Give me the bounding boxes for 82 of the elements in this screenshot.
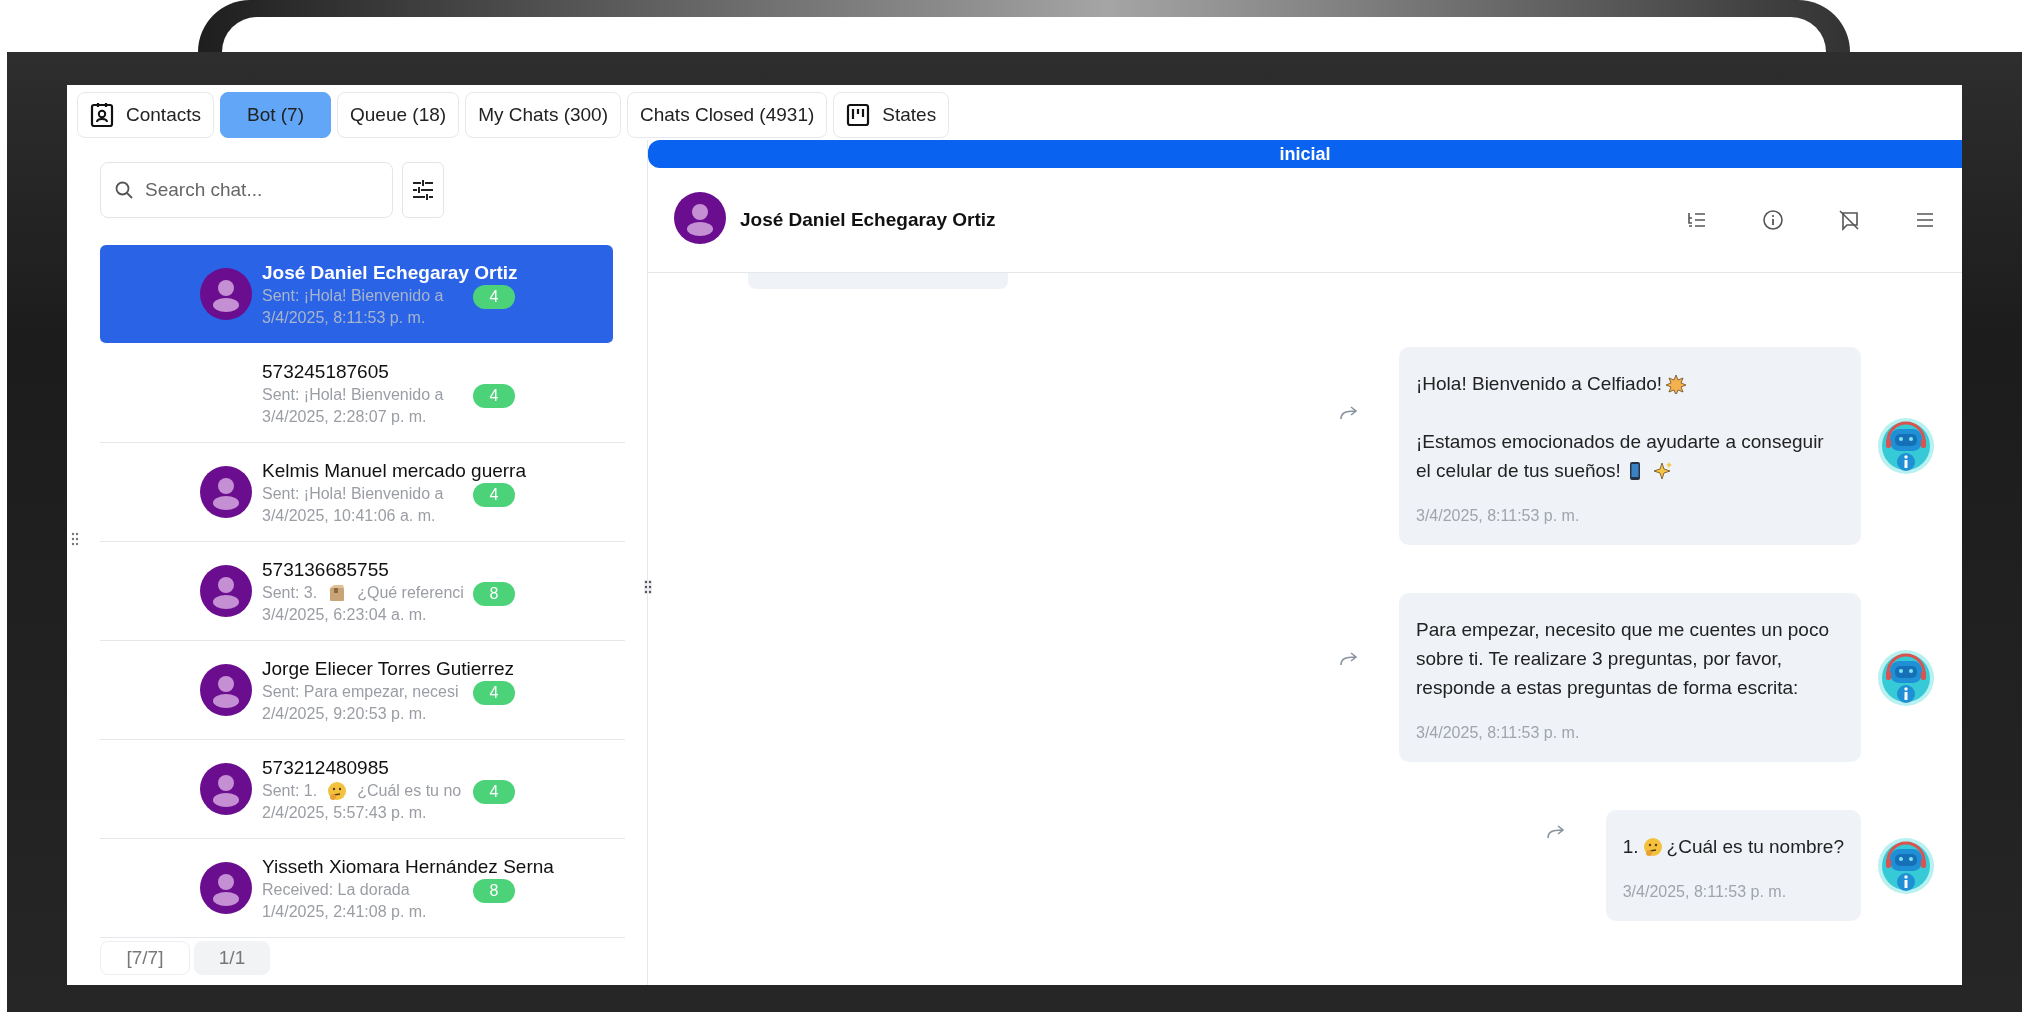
message-preview: Sent: Para empezar, necesi [262, 683, 459, 701]
message-preview: Sent: 1. [262, 782, 318, 800]
tab[interactable]: States [833, 92, 950, 138]
chat-list-item[interactable]: 573245187605 Sent: ¡Hola! Bienvenido a 3/4/2025, 2:28:07 p. m. 4 [100, 344, 625, 443]
chat-list-item[interactable]: José Daniel Echegaray Ortiz Sent: ¡Hola! Bienvenido a 3/4/2025, 8:11:53 p. m. 4 [100, 245, 613, 344]
contact-name: 573136685755 [262, 558, 390, 581]
forward-icon [1545, 824, 1566, 840]
avatar-icon [200, 763, 252, 815]
message-preview: ¿Qué referenci [357, 584, 464, 602]
page-button[interactable]: [7/7] [100, 941, 190, 975]
message-text: el celular de tus sueños! [1416, 459, 1621, 483]
chat-list-item[interactable]: 573212480985 Sent: 1. ¿Cuál es tu no 2/4/2025, 5:57:43 p. m. 4 [100, 740, 625, 839]
timestamp: 3/4/2025, 2:28:07 p. m. [262, 407, 428, 426]
robot-avatar-icon [1877, 417, 1935, 475]
message-text: ¡Hola! Bienvenido a Celfiado! [1416, 372, 1663, 396]
chat-off-icon [1838, 209, 1860, 231]
message-preview: ¿Cuál es tu no [357, 782, 462, 800]
thinking-face-icon [327, 781, 348, 801]
tab[interactable]: Contacts [77, 92, 214, 138]
sliders-icon [411, 178, 435, 202]
status-bar: inicial [648, 140, 1962, 168]
thinking-face-icon [1642, 837, 1663, 857]
unread-badge: 4 [473, 483, 515, 507]
search-field[interactable]: Search chat... [100, 162, 393, 218]
burst-icon [1666, 374, 1687, 394]
timestamp: 2/4/2025, 9:20:53 p. m. [262, 704, 428, 723]
avatar-icon [200, 466, 252, 518]
chat-list-item[interactable]: 573136685755 Sent: 3. ¿Qué referenci 3/4/2025, 6:23:04 a. m. 8 [100, 542, 625, 641]
message-text: ¡Estamos emocionados de ayudarte a conseguir [1416, 430, 1824, 454]
unread-badge: 8 [473, 879, 515, 903]
timestamp: 3/4/2025, 8:11:53 p. m. [1622, 883, 1788, 901]
message-preview: Received: La dorada [262, 881, 410, 899]
unread-badge: 4 [473, 681, 515, 705]
message-preview: Sent: 3. [262, 584, 318, 602]
chat-list-item[interactable]: Yisseth Xiomara Hernández Serna Received: La dorada 1/4/2025, 2:41:08 p. m. 8 [100, 839, 625, 938]
unread-badge: 8 [473, 582, 515, 606]
contact-name: Kelmis Manuel mercado guerra [262, 459, 526, 482]
avatar-icon [200, 664, 252, 716]
robot-avatar-icon [1877, 836, 1935, 895]
contact-name: José Daniel Echegaray Ortiz [262, 261, 518, 284]
message-preview: Sent: ¡Hola! Bienvenido a [262, 485, 444, 503]
avatar-icon [200, 268, 252, 320]
message-text: Para empezar, necesito que me cuentes un poco sobre ti. Te realizare 3 preguntas, por favor, responde a estas preguntas de forma escrita: [1416, 618, 1830, 700]
contact-name: 573245187605 [262, 360, 390, 383]
grip-handle-icon[interactable] [71, 532, 79, 546]
chat-list-item[interactable]: Jorge Eliecer Torres Gutierrez Sent: Para empezar, necesi 2/4/2025, 9:20:53 p. m. 4 [100, 641, 625, 740]
timestamp: 3/4/2025, 8:11:53 p. m. [1416, 507, 1581, 525]
robot-avatar-icon [1877, 648, 1935, 707]
timestamp: 3/4/2025, 8:11:53 p. m. [1416, 724, 1581, 742]
tab[interactable]: Bot (7) [220, 92, 331, 138]
tab[interactable]: Queue (18) [337, 92, 460, 138]
timestamp: 1/4/2025, 2:41:08 p. m. [262, 902, 428, 921]
forward-icon [1339, 651, 1359, 667]
tab[interactable]: Chats Closed (4931) [627, 92, 828, 138]
filter-button[interactable] [402, 162, 444, 218]
message-preview: Sent: ¡Hola! Bienvenido a [262, 386, 444, 404]
avatar-icon [200, 862, 252, 914]
forward-icon [1339, 405, 1359, 421]
message-text: ¿Cuál es tu nombre? [1666, 835, 1844, 859]
timestamp: 3/4/2025, 6:23:04 a. m. [262, 605, 428, 624]
avatar-icon [200, 565, 252, 617]
contact-name: José Daniel Echegaray Ortiz [740, 209, 997, 231]
unread-badge: 4 [473, 780, 515, 804]
timestamp: 3/4/2025, 10:41:06 a. m. [262, 506, 437, 525]
timestamp: 3/4/2025, 8:11:53 p. m. [262, 308, 427, 327]
unread-badge: 4 [473, 384, 515, 408]
page-button[interactable]: 1/1 [194, 941, 270, 975]
contact-card-icon [90, 102, 114, 128]
sparkles-icon [1652, 461, 1673, 481]
info-icon [1762, 209, 1784, 231]
tab[interactable]: My Chats (300) [465, 92, 621, 138]
chat-list-item[interactable]: Kelmis Manuel mercado guerra Sent: ¡Hola! Bienvenido a 3/4/2025, 10:41:06 a. m. 4 [100, 443, 625, 542]
contact-name: Jorge Eliecer Torres Gutierrez [262, 657, 515, 680]
grip-handle-icon[interactable] [644, 580, 652, 594]
board-icon [846, 103, 871, 127]
unread-badge: 4 [473, 285, 515, 309]
avatar-icon [674, 192, 726, 244]
message-text: 1. [1622, 835, 1639, 859]
contact-name: 573212480985 [262, 756, 390, 779]
message-preview: Sent: ¡Hola! Bienvenido a [262, 287, 444, 305]
contact-name: Yisseth Xiomara Hernández Serna [262, 855, 554, 878]
timestamp: 2/4/2025, 5:57:43 p. m. [262, 803, 428, 822]
